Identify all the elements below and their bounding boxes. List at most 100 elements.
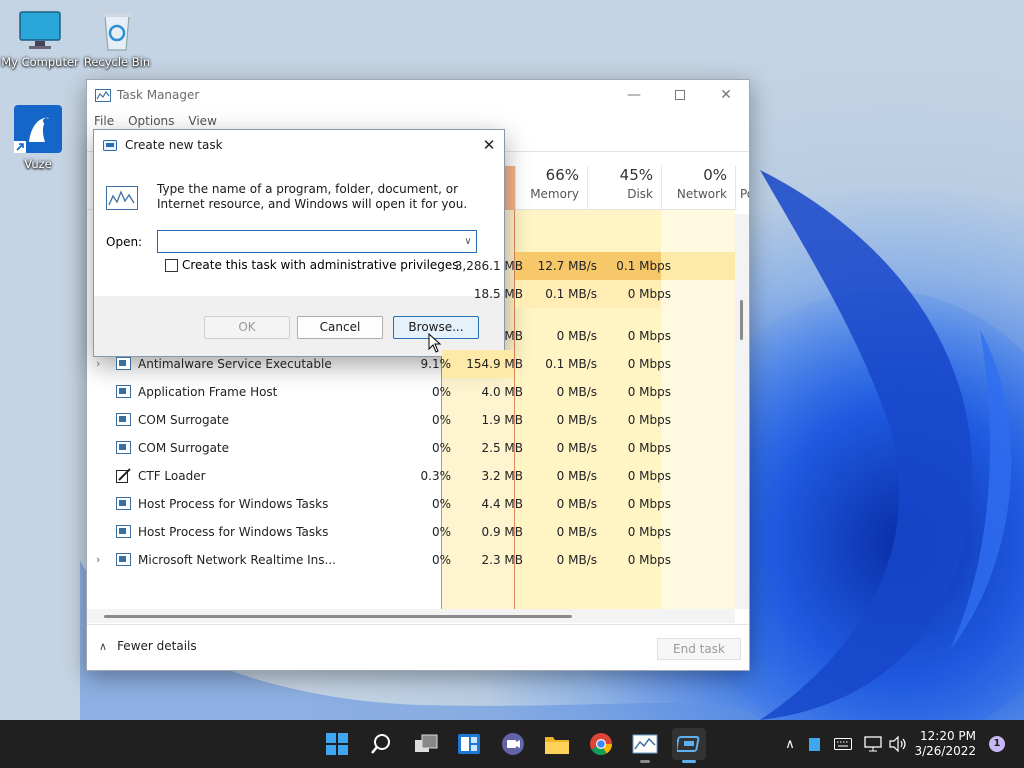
table-row[interactable]: › Antimalware Service Executable 9.1% 154.9…	[87, 350, 737, 378]
column-header-network[interactable]: 0% Network	[661, 166, 735, 210]
task-manager-footer: ∧ Fewer details End task	[87, 624, 749, 670]
network-value: 0 Mbps	[627, 329, 671, 343]
process-name: Host Process for Windows Tasks	[138, 525, 329, 539]
cpu-header-highlight	[505, 166, 515, 210]
disk-percent: 45%	[619, 166, 653, 184]
notification-badge[interactable]: 1	[989, 736, 1005, 752]
chat-button[interactable]	[496, 728, 530, 760]
task-manager-taskbar-button[interactable]	[628, 728, 662, 763]
memory-value: 1.9 MB	[481, 413, 523, 427]
chevron-up-icon: ∧	[99, 639, 108, 653]
clock-time: 12:20 PM	[920, 729, 976, 743]
network-button[interactable]	[862, 720, 884, 768]
close-button[interactable]: ✕	[703, 80, 749, 110]
disk-value: 0 MB/s	[556, 441, 597, 455]
network-value: 0 Mbps	[627, 287, 671, 301]
ok-button[interactable]: OK	[204, 316, 290, 339]
network-value: 0 Mbps	[627, 385, 671, 399]
desktop-icon-label: My Computer	[1, 55, 79, 69]
menu-file[interactable]: File	[94, 114, 114, 128]
show-hidden-icons-button[interactable]: ∧	[780, 720, 800, 768]
table-row[interactable]: Application Frame Host 0% 4.0 MB 0 MB/s 0 Mb…	[87, 378, 737, 406]
clock-date: 3/26/2022	[914, 744, 976, 758]
cpu-value: 0.3%	[420, 469, 452, 483]
row-highlight	[661, 252, 735, 280]
desktop-icon-label: Recycle Bin	[83, 55, 151, 69]
start-button[interactable]	[320, 728, 354, 760]
process-name: COM Surrogate	[138, 413, 230, 427]
column-header-power[interactable]: Po	[735, 166, 749, 210]
window-title: Task Manager	[117, 88, 200, 102]
table-row[interactable]: Host Process for Windows Tasks 0% 4.4 MB 0 …	[87, 490, 737, 518]
volume-button[interactable]	[886, 720, 910, 768]
task-view-icon	[415, 734, 438, 752]
minimize-icon: —	[627, 87, 641, 103]
process-icon	[116, 553, 131, 566]
network-value: 0 Mbps	[627, 553, 671, 567]
minimize-button[interactable]: —	[611, 80, 657, 110]
task-manager-icon	[95, 88, 111, 102]
task-view-button[interactable]	[409, 728, 443, 760]
cpu-value: 0%	[431, 413, 451, 427]
process-name: Host Process for Windows Tasks	[138, 497, 329, 511]
process-name: Antimalware Service Executable	[138, 357, 332, 371]
chevron-down-icon[interactable]: ∨	[460, 232, 476, 251]
clock[interactable]: 12:20 PM 3/26/2022	[914, 729, 976, 759]
table-row[interactable]: › Microsoft Network Realtime Ins... 0% 2.3 …	[87, 546, 737, 574]
table-row[interactable]: CTF Loader 0.3% 3.2 MB 0 MB/s 0 Mbps	[87, 462, 737, 490]
scroll-thumb[interactable]	[104, 615, 572, 618]
table-row[interactable]: Host Process for Windows Tasks 0% 0.9 MB 0 …	[87, 518, 737, 546]
chevron-right-icon[interactable]: ›	[96, 357, 100, 370]
keyboard-button[interactable]	[831, 720, 855, 768]
end-task-button[interactable]: End task	[657, 638, 741, 660]
disk-value: 0 MB/s	[556, 469, 597, 483]
network-icon	[864, 736, 882, 752]
open-input[interactable]	[157, 230, 477, 253]
cpu-value: 0%	[431, 553, 451, 567]
memory-value: 0.9 MB	[481, 525, 523, 539]
disk-value: 0 MB/s	[556, 497, 597, 511]
disk-value: 0 MB/s	[556, 525, 597, 539]
desktop-icon-my-computer[interactable]: My Computer	[0, 10, 80, 69]
cancel-button[interactable]: Cancel	[297, 316, 383, 339]
widgets-button[interactable]	[452, 728, 486, 760]
fewer-details-button[interactable]: ∧ Fewer details	[99, 639, 197, 653]
table-row[interactable]: 3,286.1 MB 12.7 MB/s 0.1 Mbps	[87, 252, 737, 280]
open-label: Open:	[106, 235, 143, 249]
network-value: 0 Mbps	[627, 413, 671, 427]
menu-options[interactable]: Options	[128, 114, 174, 128]
process-icon	[116, 525, 131, 538]
ctf-loader-icon	[116, 468, 131, 483]
disk-label: Disk	[627, 187, 653, 201]
dialog-titlebar[interactable]: Create new task	[94, 130, 504, 160]
run-dialog-taskbar-button[interactable]	[672, 728, 706, 763]
memory-percent: 66%	[545, 166, 579, 184]
search-button[interactable]	[364, 728, 398, 760]
desktop-icon-vuze[interactable]: Vuze	[0, 104, 78, 171]
table-row[interactable]: 18.5 MB 0.1 MB/s 0 Mbps	[87, 280, 737, 308]
scroll-thumb[interactable]	[740, 300, 743, 340]
taskbar: ∧ 12:20 PM 3/26/2022 1	[0, 720, 1024, 768]
disk-value: 0.1 MB/s	[545, 287, 597, 301]
desktop-icon-label: Vuze	[24, 157, 52, 171]
chevron-right-icon[interactable]: ›	[96, 553, 100, 566]
disk-value: 0 MB/s	[556, 385, 597, 399]
horizontal-scrollbar[interactable]	[87, 609, 735, 623]
chrome-button[interactable]	[584, 728, 618, 760]
memory-value: 18.5 MB	[473, 287, 523, 301]
table-row[interactable]: COM Surrogate 0% 1.9 MB 0 MB/s 0 Mbps	[87, 406, 737, 434]
column-header-memory[interactable]: 66% Memory	[515, 166, 587, 210]
vertical-scrollbar[interactable]	[735, 214, 749, 609]
folder-icon	[545, 737, 569, 754]
desktop-icon-recycle-bin[interactable]: Recycle Bin	[77, 8, 157, 69]
search-icon	[371, 734, 390, 754]
file-explorer-button[interactable]	[540, 728, 574, 760]
table-row[interactable]: COM Surrogate 0% 2.5 MB 0 MB/s 0 Mbps	[87, 434, 737, 462]
column-header-disk[interactable]: 45% Disk	[587, 166, 661, 210]
tray-app-button[interactable]	[804, 720, 824, 768]
dialog-close-button[interactable]: ✕	[474, 130, 504, 160]
network-value: 0 Mbps	[627, 441, 671, 455]
disk-value: 0 MB/s	[556, 329, 597, 343]
menu-view[interactable]: View	[188, 114, 216, 128]
maximize-button[interactable]	[657, 80, 703, 110]
